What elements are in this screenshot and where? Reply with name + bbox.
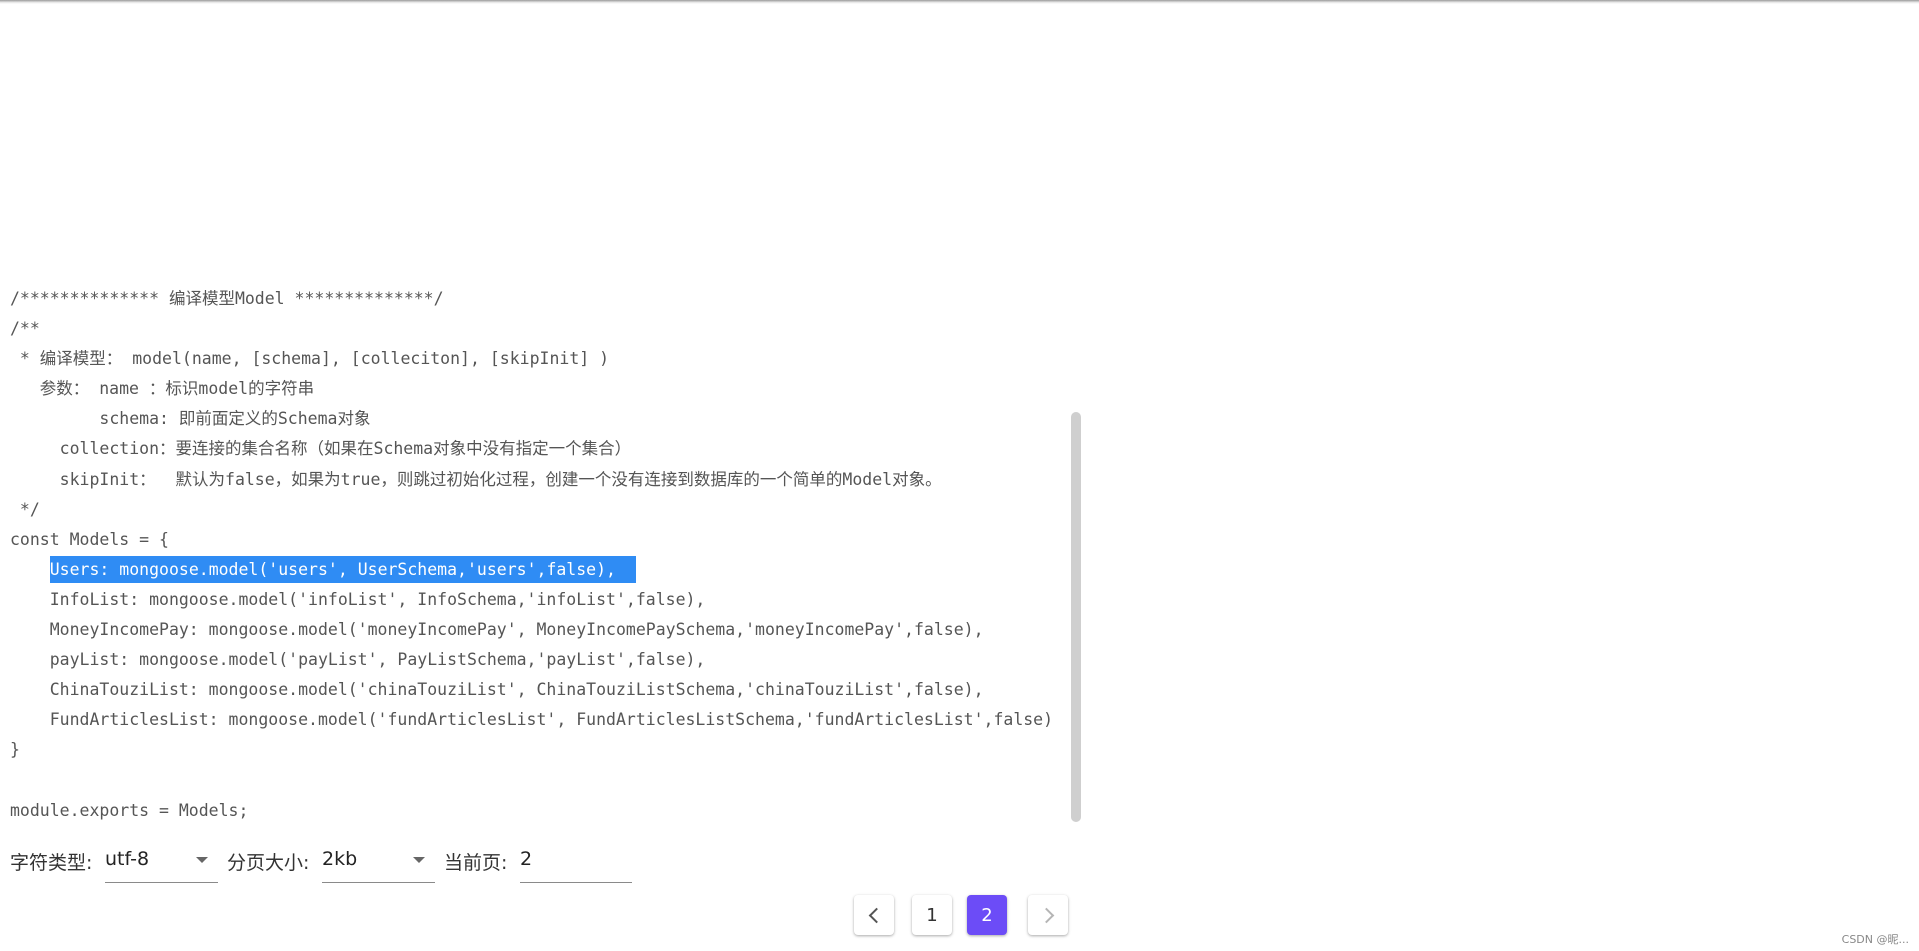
scrollbar-thumb[interactable] — [1071, 412, 1081, 822]
code-line: */ — [10, 499, 40, 519]
code-line: const Models = { — [10, 529, 169, 549]
code-line: 参数： name ：标识model的字符串 — [10, 379, 315, 399]
page-button-1[interactable]: 1 — [912, 895, 952, 935]
code-line: payList: mongoose.model('payList', PayLi… — [10, 650, 706, 670]
selected-code-text: Users: mongoose.model('users', UserSchem… — [49, 555, 636, 583]
code-line: skipInit： 默认为false，如果为true，则跳过初始化过程，创建一个… — [10, 469, 942, 489]
next-page-button[interactable] — [1028, 895, 1068, 935]
currentpage-value: 2 — [520, 848, 533, 870]
code-line: module.exports = Models; — [10, 800, 249, 820]
code-line: collection：要连接的集合名称（如果在Schema对象中没有指定一个集合… — [10, 439, 632, 459]
code-line: MoneyIncomePay: mongoose.model('moneyInc… — [10, 620, 984, 640]
reader-controls: 字符类型: utf-8 分页大小: 2kb 当前页: 2 — [10, 840, 910, 884]
page: /************** 编译模型Model **************… — [0, 0, 1919, 951]
prev-page-button[interactable] — [854, 895, 894, 935]
chevron-right-icon — [1038, 907, 1054, 923]
pagination: 1 2 — [854, 895, 1074, 937]
code-line: /************** 编译模型Model **************… — [10, 289, 444, 308]
charset-label: 字符类型: — [10, 852, 93, 874]
code-line: InfoList: mongoose.model('infoList', Inf… — [10, 589, 706, 609]
pagesize-label: 分页大小: — [227, 852, 310, 874]
caret-down-icon — [413, 857, 425, 863]
code-line-selected: Users: mongoose.model('users', UserSchem… — [10, 555, 1080, 585]
code-line: * 编译模型： model(name, [schema], [collecito… — [10, 349, 610, 369]
currentpage-label: 当前页: — [444, 852, 508, 874]
code-viewer[interactable]: /************** 编译模型Model **************… — [10, 284, 1080, 824]
top-shadow — [0, 0, 1919, 4]
chevron-left-icon — [868, 907, 884, 923]
charset-select[interactable]: utf-8 — [105, 840, 218, 883]
code-line: schema: 即前面定义的Schema对象 — [10, 409, 371, 429]
pagesize-value: 2kb — [322, 848, 358, 870]
watermark: CSDN @昵... — [1841, 933, 1909, 946]
code-line: /** — [10, 319, 40, 339]
page-button-2[interactable]: 2 — [967, 895, 1007, 935]
charset-value: utf-8 — [105, 848, 150, 870]
pagesize-select[interactable]: 2kb — [322, 840, 435, 883]
code-line: ChinaTouziList: mongoose.model('chinaTou… — [10, 680, 984, 700]
code-line: } — [10, 740, 20, 760]
caret-down-icon — [196, 857, 208, 863]
code-line: FundArticlesList: mongoose.model('fundAr… — [10, 710, 1054, 730]
currentpage-input[interactable]: 2 — [520, 840, 632, 883]
